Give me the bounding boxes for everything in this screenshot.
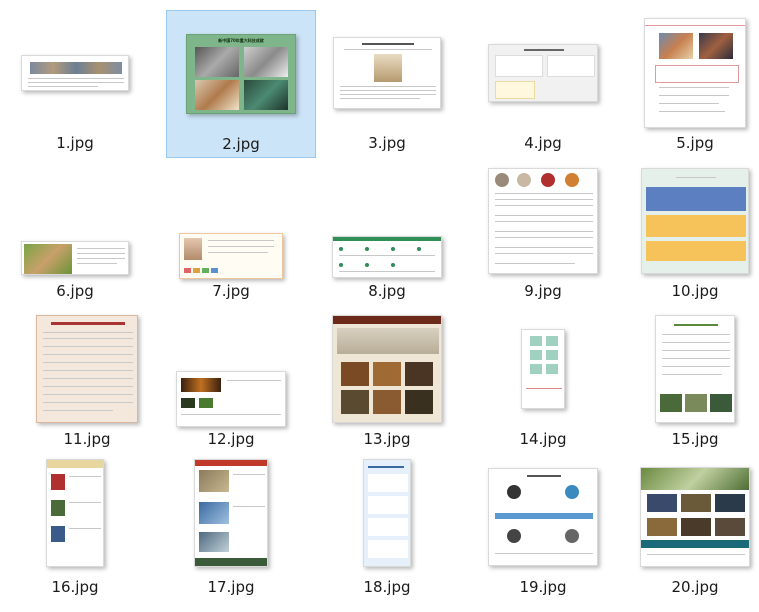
- image-thumbnail: 新中国70年重大科技成就: [186, 33, 296, 114]
- image-thumbnail: [363, 458, 411, 567]
- file-item[interactable]: 10.jpg: [620, 158, 759, 306]
- file-name: 4.jpg: [524, 134, 562, 152]
- file-item[interactable]: 14.jpg: [468, 306, 618, 454]
- file-name: 11.jpg: [63, 430, 111, 448]
- file-item-selected[interactable]: 新中国70年重大科技成就 2.jpg: [166, 10, 316, 158]
- file-name: 2.jpg: [222, 135, 260, 153]
- file-item[interactable]: 7.jpg: [156, 158, 306, 306]
- file-item[interactable]: 18.jpg: [312, 454, 462, 602]
- file-item[interactable]: 8.jpg: [312, 158, 462, 306]
- file-item[interactable]: 16.jpg: [0, 454, 150, 602]
- image-thumbnail: [194, 458, 268, 567]
- file-name: 15.jpg: [671, 430, 719, 448]
- image-thumbnail: [176, 370, 286, 427]
- file-item[interactable]: 19.jpg: [468, 454, 618, 602]
- image-thumbnail: [21, 241, 129, 275]
- file-name: 17.jpg: [207, 578, 255, 596]
- image-thumbnail: [21, 54, 129, 91]
- file-name: 16.jpg: [51, 578, 99, 596]
- file-name: 19.jpg: [519, 578, 567, 596]
- file-name: 8.jpg: [368, 282, 406, 300]
- image-thumbnail: [641, 167, 749, 274]
- file-item[interactable]: 1.jpg: [0, 10, 150, 158]
- file-item[interactable]: 3.jpg: [312, 10, 462, 158]
- image-thumbnail: [46, 458, 104, 567]
- image-thumbnail: [488, 167, 598, 274]
- file-name: 18.jpg: [363, 578, 411, 596]
- file-item[interactable]: 6.jpg: [0, 158, 150, 306]
- file-name: 9.jpg: [524, 282, 562, 300]
- file-item[interactable]: 11.jpg: [12, 306, 162, 454]
- image-thumbnail: [36, 314, 138, 423]
- image-thumbnail: [488, 467, 598, 566]
- image-thumbnail: [332, 314, 442, 423]
- image-thumbnail: [333, 36, 441, 109]
- image-thumbnail: [179, 232, 283, 279]
- file-name: 20.jpg: [671, 578, 719, 596]
- file-name: 6.jpg: [56, 282, 94, 300]
- file-item[interactable]: 9.jpg: [468, 158, 618, 306]
- file-item[interactable]: 13.jpg: [312, 306, 462, 454]
- file-item[interactable]: 17.jpg: [156, 454, 306, 602]
- file-name: 14.jpg: [519, 430, 567, 448]
- file-name: 7.jpg: [212, 282, 250, 300]
- file-name: 1.jpg: [56, 134, 94, 152]
- file-item[interactable]: 4.jpg: [468, 10, 618, 158]
- image-thumbnail: [488, 43, 598, 102]
- file-name: 12.jpg: [207, 430, 255, 448]
- image-thumbnail: [332, 235, 442, 278]
- file-name: 5.jpg: [676, 134, 714, 152]
- image-thumbnail: [640, 466, 750, 567]
- file-item[interactable]: 5.jpg: [620, 10, 759, 158]
- thumb-title: 新中国70年重大科技成就: [218, 37, 264, 43]
- image-thumbnail: [521, 328, 565, 409]
- file-name: 3.jpg: [368, 134, 406, 152]
- image-thumbnail: [655, 314, 735, 423]
- file-item[interactable]: 20.jpg: [620, 454, 759, 602]
- file-item[interactable]: 15.jpg: [620, 306, 759, 454]
- file-name: 13.jpg: [363, 430, 411, 448]
- file-item[interactable]: 12.jpg: [156, 306, 306, 454]
- image-thumbnail: [644, 17, 746, 128]
- file-name: 10.jpg: [671, 282, 719, 300]
